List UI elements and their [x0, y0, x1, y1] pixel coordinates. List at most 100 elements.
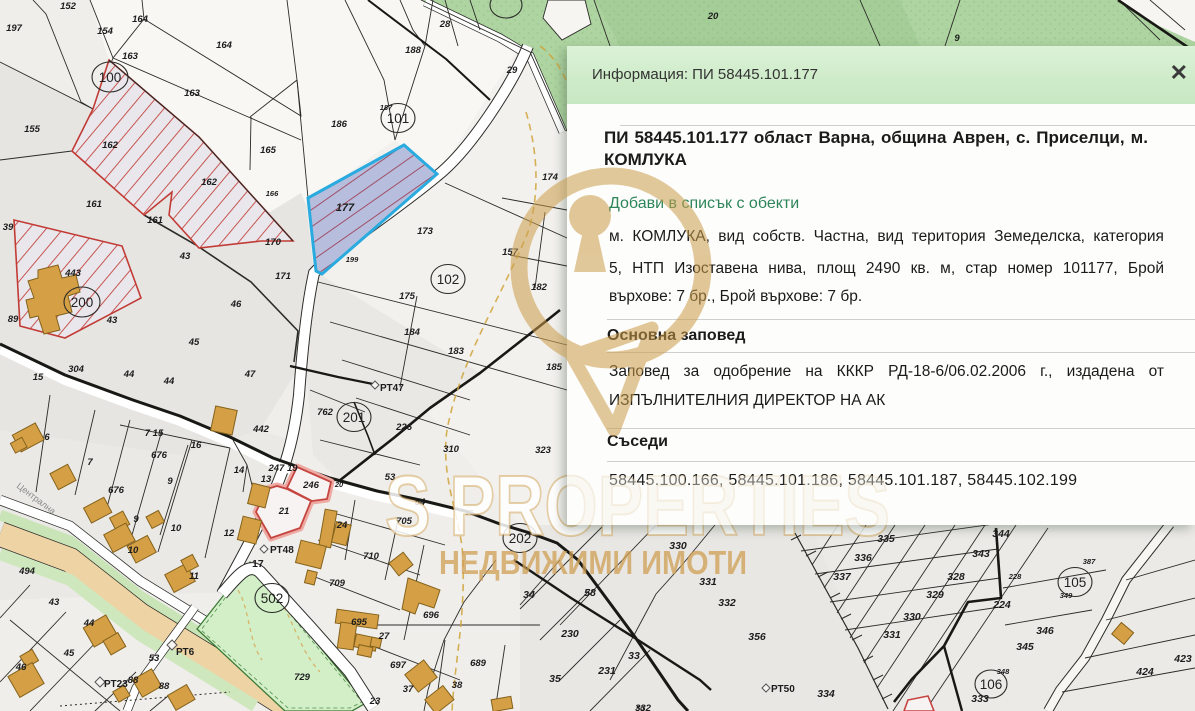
svg-text:100: 100	[99, 70, 122, 85]
svg-text:14: 14	[234, 465, 245, 476]
svg-text:171: 171	[275, 271, 291, 282]
svg-text:182: 182	[531, 282, 548, 293]
svg-text:88: 88	[128, 675, 139, 686]
svg-text:РТ23: РТ23	[104, 679, 128, 690]
svg-text:155: 155	[24, 124, 41, 135]
svg-text:323: 323	[535, 445, 552, 456]
svg-text:7: 7	[87, 457, 93, 468]
svg-text:157: 157	[502, 247, 519, 258]
svg-text:56: 56	[465, 508, 474, 517]
svg-text:424: 424	[1135, 666, 1154, 678]
svg-text:310: 310	[443, 444, 460, 455]
svg-text:27: 27	[378, 631, 390, 642]
svg-text:162: 162	[102, 140, 119, 151]
svg-text:343: 343	[972, 548, 990, 560]
svg-text:7 15: 7 15	[145, 428, 164, 439]
svg-text:53: 53	[149, 653, 160, 664]
svg-text:88: 88	[159, 681, 170, 692]
svg-text:696: 696	[423, 610, 440, 621]
svg-text:34: 34	[523, 589, 535, 601]
svg-text:336: 336	[854, 552, 872, 564]
svg-text:152: 152	[60, 1, 77, 12]
svg-text:58: 58	[584, 587, 596, 599]
svg-text:442: 442	[252, 424, 270, 435]
svg-text:709: 709	[329, 578, 346, 589]
svg-text:9: 9	[167, 476, 173, 487]
svg-text:29: 29	[506, 65, 518, 76]
svg-text:46: 46	[15, 662, 27, 673]
svg-text:101: 101	[387, 111, 410, 126]
svg-text:166: 166	[266, 189, 279, 198]
svg-text:106: 106	[980, 677, 1003, 692]
svg-text:45: 45	[188, 337, 200, 348]
svg-text:228: 228	[1008, 572, 1022, 581]
svg-text:356: 356	[748, 631, 766, 643]
svg-text:44: 44	[83, 618, 95, 629]
svg-text:175: 175	[399, 291, 416, 302]
svg-text:24: 24	[336, 520, 348, 531]
svg-text:697: 697	[390, 660, 407, 671]
svg-text:345: 345	[1016, 641, 1034, 653]
svg-text:13: 13	[261, 474, 272, 485]
svg-text:443: 443	[64, 268, 82, 279]
svg-text:28: 28	[439, 19, 451, 30]
svg-text:РТ50: РТ50	[771, 684, 795, 695]
svg-text:164: 164	[216, 40, 233, 51]
svg-text:105: 105	[1064, 575, 1087, 590]
svg-text:37: 37	[403, 684, 414, 695]
svg-text:202: 202	[509, 531, 532, 546]
svg-text:185: 185	[546, 362, 563, 373]
svg-text:177: 177	[336, 202, 355, 214]
svg-text:10: 10	[128, 545, 139, 556]
svg-text:705: 705	[396, 516, 413, 527]
svg-text:54: 54	[415, 497, 426, 508]
svg-text:45: 45	[63, 648, 75, 659]
svg-text:53: 53	[385, 472, 396, 483]
svg-text:226: 226	[395, 422, 413, 433]
svg-text:170: 170	[265, 237, 282, 248]
svg-text:12: 12	[224, 528, 235, 539]
svg-text:333: 333	[971, 693, 989, 705]
svg-text:89: 89	[8, 314, 19, 325]
svg-text:РТ48: РТ48	[270, 545, 294, 556]
svg-text:332: 332	[718, 597, 736, 609]
svg-text:38: 38	[452, 680, 463, 691]
svg-text:494: 494	[18, 566, 36, 577]
svg-text:729: 729	[294, 672, 311, 683]
svg-text:349: 349	[1060, 591, 1073, 600]
svg-text:21: 21	[278, 506, 290, 517]
svg-text:50: 50	[636, 704, 645, 711]
svg-text:161: 161	[86, 199, 102, 210]
svg-text:39: 39	[3, 222, 14, 233]
svg-text:17: 17	[252, 558, 264, 570]
svg-text:230: 230	[560, 628, 579, 640]
svg-text:200: 200	[71, 295, 94, 310]
svg-text:161: 161	[147, 215, 163, 226]
svg-text:11: 11	[189, 571, 199, 582]
svg-text:33: 33	[628, 650, 640, 662]
svg-text:РТ6: РТ6	[176, 647, 195, 658]
svg-text:102: 102	[437, 272, 460, 287]
svg-text:9: 9	[954, 33, 960, 44]
svg-text:199: 199	[346, 255, 359, 264]
svg-text:246: 246	[302, 480, 320, 491]
svg-text:165: 165	[260, 145, 277, 156]
svg-text:20: 20	[334, 480, 344, 489]
svg-text:330: 330	[903, 611, 921, 623]
svg-text:174: 174	[542, 172, 559, 183]
svg-text:44: 44	[123, 369, 135, 380]
svg-text:334: 334	[817, 688, 835, 700]
svg-text:676: 676	[108, 485, 125, 496]
svg-text:163: 163	[122, 51, 139, 62]
svg-text:187: 187	[380, 103, 393, 112]
svg-text:186: 186	[331, 119, 348, 130]
svg-text:676: 676	[151, 450, 168, 461]
svg-text:201: 201	[343, 410, 366, 425]
svg-text:710: 710	[363, 551, 380, 562]
svg-text:328: 328	[947, 571, 965, 583]
svg-text:47: 47	[244, 369, 256, 380]
svg-text:423: 423	[1173, 653, 1192, 665]
svg-text:23: 23	[369, 696, 381, 707]
svg-text:331: 331	[883, 629, 901, 641]
svg-text:695: 695	[351, 617, 368, 628]
